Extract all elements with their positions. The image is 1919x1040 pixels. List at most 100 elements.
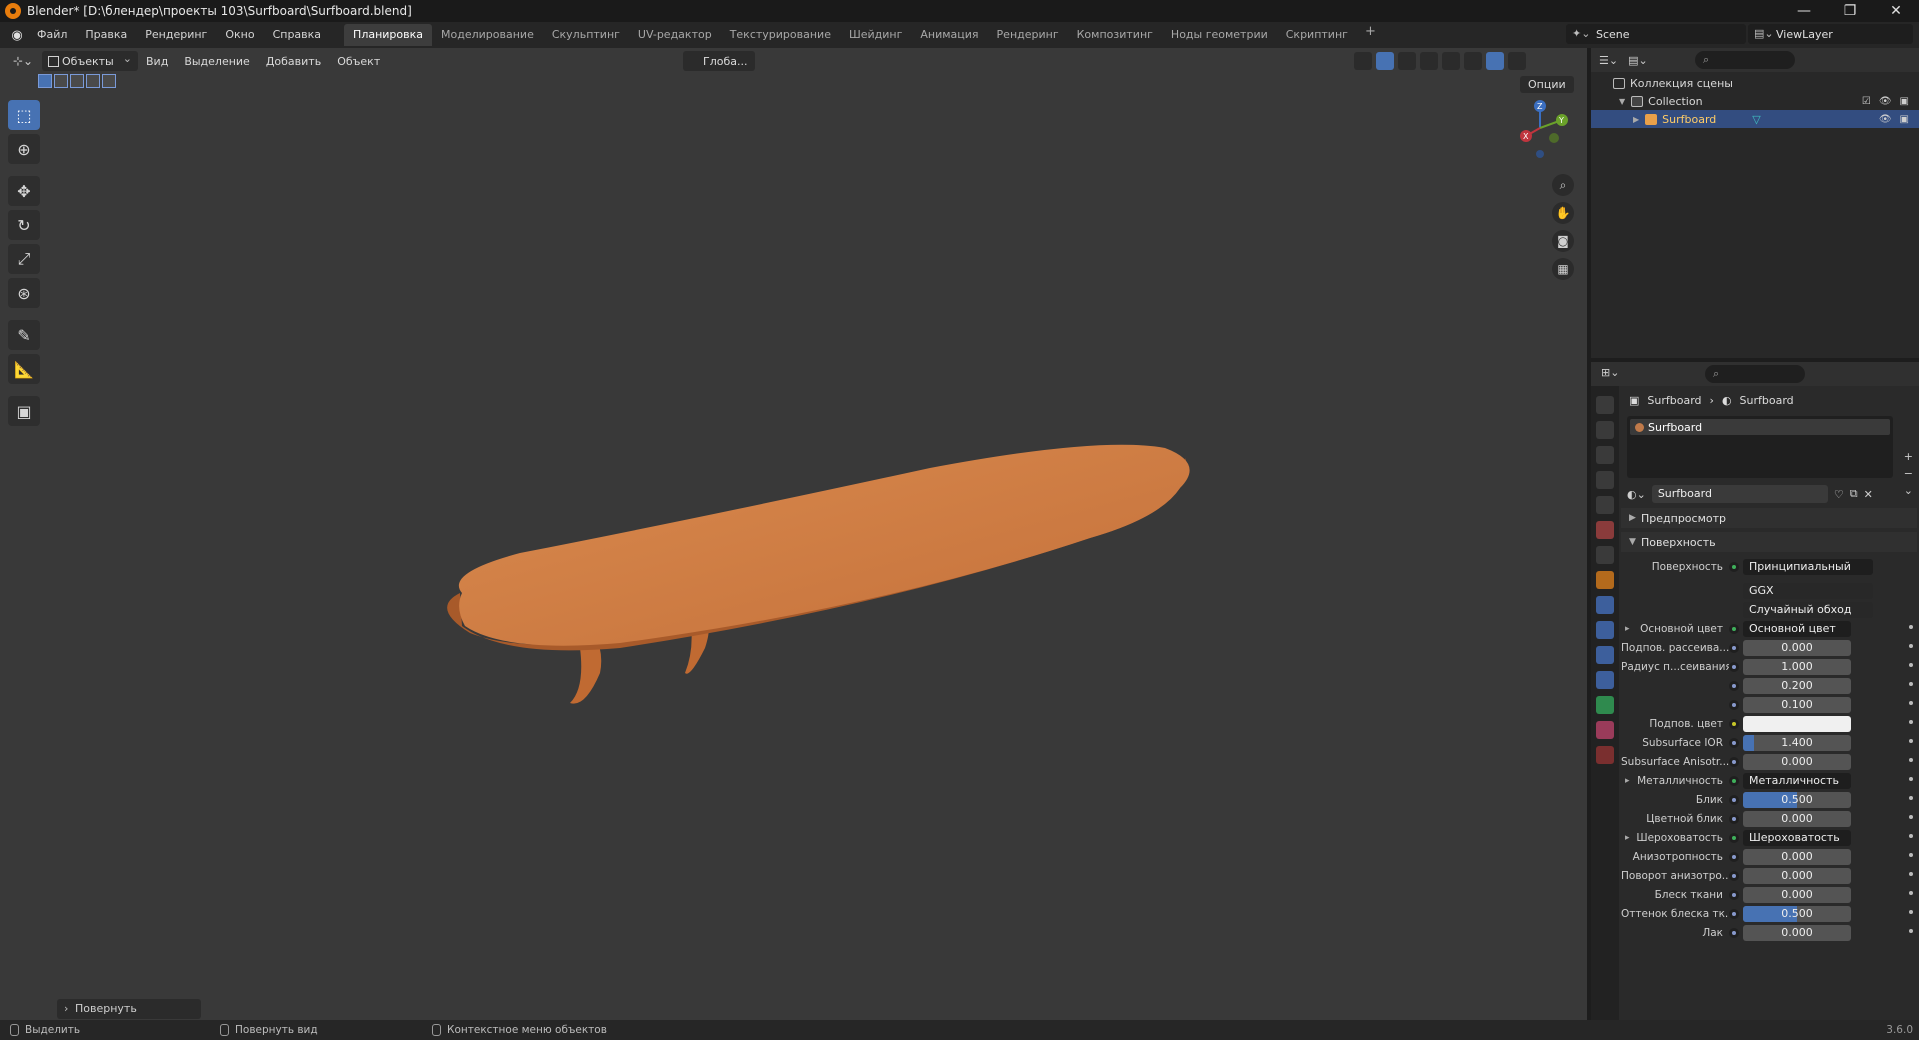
perspective-toggle-icon[interactable]: ▦ bbox=[1552, 258, 1574, 280]
tab-modeling[interactable]: Моделирование bbox=[432, 24, 543, 46]
keyframe-dot-icon[interactable] bbox=[1909, 796, 1913, 800]
blender-menu-icon[interactable]: ◉ bbox=[6, 24, 28, 46]
chevron-down-icon[interactable]: ⌄ bbox=[1904, 484, 1913, 497]
menu-help[interactable]: Справка bbox=[264, 24, 330, 46]
eye-icon[interactable]: 👁 bbox=[1879, 96, 1892, 107]
linked-input-field[interactable]: Основной цвет bbox=[1743, 621, 1851, 637]
constraints-tab-icon[interactable] bbox=[1596, 671, 1614, 689]
material-name-field[interactable]: Surfboard bbox=[1651, 485, 1828, 503]
value-slider[interactable]: 0.100 bbox=[1743, 697, 1851, 713]
material-tab-icon[interactable] bbox=[1596, 721, 1614, 739]
socket-icon[interactable] bbox=[1729, 890, 1739, 900]
view-layer-tab-icon[interactable] bbox=[1596, 471, 1614, 489]
properties-search-input[interactable]: ⌕ bbox=[1705, 365, 1805, 383]
tab-uv-editing[interactable]: UV-редактор bbox=[629, 24, 721, 46]
keyframe-dot-icon[interactable] bbox=[1909, 720, 1913, 724]
last-operator-panel[interactable]: Повернуть bbox=[57, 999, 201, 1019]
value-slider[interactable]: 0.000 bbox=[1743, 925, 1851, 941]
3d-viewport[interactable]: ⊹⌄ Объекты Вид Выделение Добавить Объект… bbox=[0, 48, 1587, 1020]
tab-scripting[interactable]: Скриптинг bbox=[1277, 24, 1357, 46]
menu-file[interactable]: Файл bbox=[28, 24, 76, 46]
keyframe-dot-icon[interactable] bbox=[1909, 929, 1913, 933]
distribution-dropdown[interactable]: GGX bbox=[1743, 583, 1873, 599]
tab-animation[interactable]: Анимация bbox=[911, 24, 987, 46]
socket-icon[interactable] bbox=[1729, 928, 1739, 938]
surfboard-model[interactable] bbox=[0, 48, 1587, 1020]
tab-sculpting[interactable]: Скульптинг bbox=[543, 24, 629, 46]
panel-surface[interactable]: ▼ Поверхность bbox=[1621, 532, 1917, 552]
world-tab-icon[interactable] bbox=[1596, 521, 1614, 539]
keyframe-dot-icon[interactable] bbox=[1909, 644, 1913, 648]
color-swatch[interactable] bbox=[1743, 716, 1851, 732]
socket-icon[interactable] bbox=[1729, 776, 1739, 786]
socket-icon[interactable] bbox=[1729, 700, 1739, 710]
data-tab-icon[interactable] bbox=[1596, 696, 1614, 714]
value-slider[interactable]: 0.000 bbox=[1743, 811, 1851, 827]
expand-arrow-icon[interactable]: ▼ bbox=[1619, 97, 1625, 106]
outliner-row-collection[interactable]: ▼ Collection ☑ 👁 ▣ bbox=[1591, 92, 1919, 110]
tab-shading[interactable]: Шейдинг bbox=[840, 24, 911, 46]
surface-shader-field[interactable]: Принципиальный BSDF bbox=[1743, 559, 1873, 575]
keyframe-dot-icon[interactable] bbox=[1909, 625, 1913, 629]
tab-layout[interactable]: Планировка bbox=[344, 24, 433, 46]
navigation-gizmo[interactable]: Z Y X bbox=[1510, 98, 1570, 158]
socket-icon[interactable] bbox=[1729, 681, 1739, 691]
close-button[interactable]: ✕ bbox=[1873, 0, 1919, 22]
keyframe-dot-icon[interactable] bbox=[1909, 663, 1913, 667]
view-layer-selector[interactable]: ▤⌄ ViewLayer bbox=[1748, 24, 1913, 44]
outliner-row-scene-collection[interactable]: Коллекция сцены bbox=[1591, 74, 1919, 92]
collection-tab-icon[interactable] bbox=[1596, 546, 1614, 564]
menu-render[interactable]: Рендеринг bbox=[136, 24, 216, 46]
tab-texture-paint[interactable]: Текстурирование bbox=[721, 24, 840, 46]
expand-arrow-icon[interactable]: ▸ bbox=[1625, 776, 1630, 786]
socket-icon[interactable] bbox=[1729, 795, 1739, 805]
remove-slot-button[interactable]: − bbox=[1904, 467, 1913, 480]
value-slider[interactable]: 0.000 bbox=[1743, 849, 1851, 865]
modifier-tab-icon[interactable] bbox=[1596, 596, 1614, 614]
material-slot[interactable]: Surfboard bbox=[1630, 419, 1890, 435]
subsurface-method-dropdown[interactable]: Случайный обход bbox=[1743, 602, 1873, 618]
keyframe-dot-icon[interactable] bbox=[1909, 682, 1913, 686]
keyframe-dot-icon[interactable] bbox=[1909, 910, 1913, 914]
tab-compositing[interactable]: Композитинг bbox=[1068, 24, 1162, 46]
physics-tab-icon[interactable] bbox=[1596, 646, 1614, 664]
display-mode-icon[interactable]: ▤⌄ bbox=[1628, 54, 1648, 67]
eye-icon[interactable]: 👁 bbox=[1879, 114, 1892, 125]
zoom-icon[interactable]: ⌕ bbox=[1552, 174, 1574, 196]
panel-preview[interactable]: ▶ Предпросмотр bbox=[1621, 508, 1917, 528]
value-slider[interactable]: 0.500 bbox=[1743, 792, 1851, 808]
menu-edit[interactable]: Правка bbox=[76, 24, 136, 46]
keyframe-dot-icon[interactable] bbox=[1909, 853, 1913, 857]
camera-icon[interactable]: ▣ bbox=[1900, 96, 1909, 107]
unlink-icon[interactable]: ✕ bbox=[1864, 488, 1873, 501]
camera-view-icon[interactable]: ◙ bbox=[1552, 230, 1574, 252]
checkbox-icon[interactable]: ☑ bbox=[1862, 96, 1871, 107]
value-slider[interactable]: 0.000 bbox=[1743, 868, 1851, 884]
keyframe-dot-icon[interactable] bbox=[1909, 701, 1913, 705]
properties-editor-icon[interactable]: ⊞⌄ bbox=[1601, 366, 1619, 379]
pan-hand-icon[interactable]: ✋ bbox=[1552, 202, 1574, 224]
object-tab-icon[interactable] bbox=[1596, 571, 1614, 589]
keyframe-dot-icon[interactable] bbox=[1909, 815, 1913, 819]
socket-icon[interactable] bbox=[1729, 909, 1739, 919]
socket-icon[interactable] bbox=[1729, 643, 1739, 653]
socket-icon[interactable] bbox=[1729, 719, 1739, 729]
expand-arrow-icon[interactable]: ▶ bbox=[1633, 115, 1639, 124]
render-tab-icon[interactable] bbox=[1596, 421, 1614, 439]
outliner-search-input[interactable]: ⌕ bbox=[1695, 51, 1795, 69]
value-slider[interactable]: 0.000 bbox=[1743, 640, 1851, 656]
socket-icon[interactable] bbox=[1729, 814, 1739, 824]
socket-icon[interactable] bbox=[1729, 871, 1739, 881]
value-slider[interactable]: 0.000 bbox=[1743, 887, 1851, 903]
duplicate-icon[interactable]: ⧉ bbox=[1850, 487, 1858, 501]
linked-input-field[interactable]: Металличность bbox=[1743, 773, 1851, 789]
texture-tab-icon[interactable] bbox=[1596, 746, 1614, 764]
keyframe-dot-icon[interactable] bbox=[1909, 834, 1913, 838]
keyframe-dot-icon[interactable] bbox=[1909, 739, 1913, 743]
maximize-button[interactable]: ❐ bbox=[1827, 0, 1873, 22]
outliner-row-surfboard[interactable]: ▶ Surfboard ▽ 👁 ▣ bbox=[1591, 110, 1919, 128]
minimize-button[interactable]: — bbox=[1781, 0, 1827, 22]
particles-tab-icon[interactable] bbox=[1596, 621, 1614, 639]
socket-icon[interactable] bbox=[1729, 757, 1739, 767]
expand-arrow-icon[interactable]: ▸ bbox=[1625, 624, 1630, 634]
